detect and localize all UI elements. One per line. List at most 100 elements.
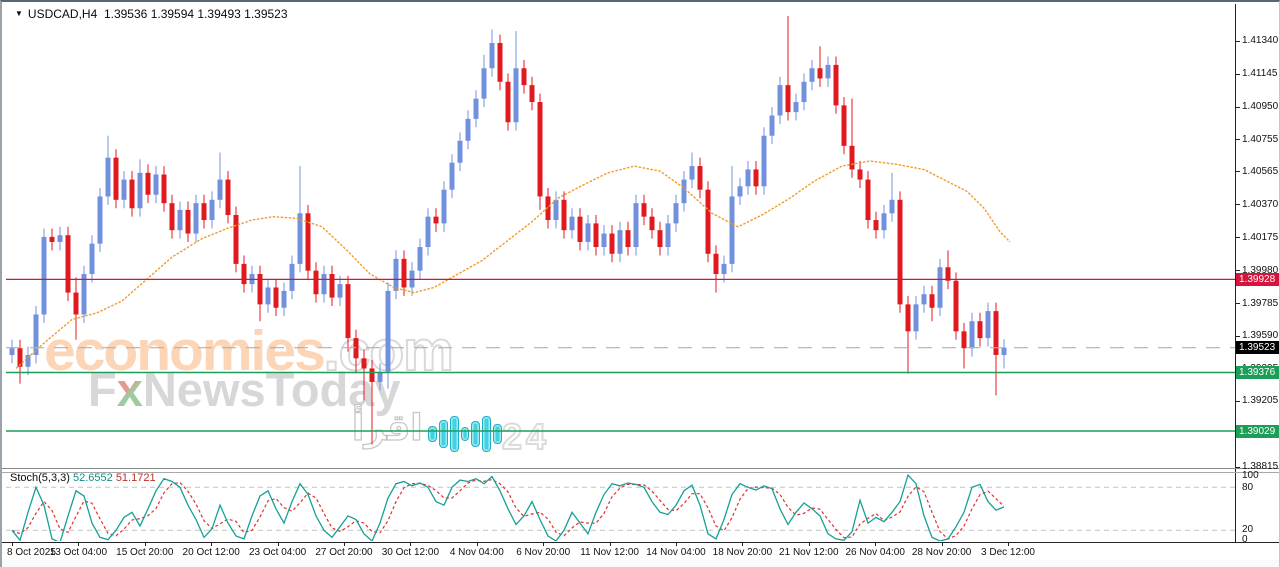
candle-body: [378, 372, 383, 382]
candle-body: [810, 68, 815, 81]
main-pane[interactable]: [6, 16, 1235, 444]
candle-body: [1002, 348, 1007, 355]
candle-body: [146, 173, 151, 195]
candle-body: [970, 321, 975, 348]
price-axis-tick: [1235, 237, 1240, 238]
candle-body: [898, 200, 903, 305]
candle-body: [690, 166, 695, 179]
candle-body: [530, 85, 535, 102]
current-price-price-label: 1.39523: [1236, 341, 1280, 354]
candle-body: [946, 267, 951, 280]
time-axis-label: 20 Oct 12:00: [178, 547, 244, 558]
candle-body: [82, 274, 87, 314]
candle-body: [994, 311, 999, 355]
candle-body: [722, 264, 727, 274]
price-axis-tick: [1235, 107, 1240, 108]
candle-body: [578, 217, 583, 242]
chart-canvas[interactable]: [2, 2, 1280, 567]
candle-body: [730, 196, 735, 263]
time-axis-tick: [145, 542, 146, 546]
candle-body: [266, 287, 271, 304]
candle-body: [770, 115, 775, 135]
candle-body: [434, 217, 439, 224]
symbol-dropdown-icon[interactable]: ▼: [15, 9, 23, 18]
candle-body: [258, 274, 263, 304]
time-axis-label: 3 Dec 12:00: [975, 547, 1041, 558]
candle-body: [586, 223, 591, 242]
candle-body: [346, 284, 351, 338]
time-axis-tick: [543, 542, 544, 546]
time-axis-tick: [610, 542, 611, 546]
time-axis-label: 11 Nov 12:00: [577, 547, 643, 558]
candle-body: [954, 281, 959, 332]
stochastic-info-line: Stoch(5,3,3) 52.6552 51.1721: [10, 472, 156, 484]
time-axis-label: 6 Nov 20:00: [510, 547, 576, 558]
time-axis-label: 18 Nov 20:00: [709, 547, 775, 558]
candle-body: [562, 200, 567, 230]
candle-body: [610, 234, 615, 254]
time-axis-tick: [942, 542, 943, 546]
candle-body: [962, 331, 967, 348]
candle-body: [714, 254, 719, 274]
candle-body: [402, 259, 407, 288]
candle-body: [698, 166, 703, 190]
price-axis-tick: [1235, 336, 1240, 337]
stochastic-k-value: 52.6552: [73, 472, 113, 484]
candle-body: [754, 169, 759, 186]
price-axis-label: 1.41145: [1242, 68, 1277, 79]
time-axis-label: 4 Nov 04:00: [444, 547, 510, 558]
candle-body: [642, 203, 647, 216]
candle-body: [874, 220, 879, 230]
candle-body: [202, 203, 207, 220]
candle-body: [122, 180, 127, 200]
price-axis-tick: [1235, 41, 1240, 42]
price-axis-tick: [1235, 467, 1240, 468]
candle-body: [786, 85, 791, 112]
price-axis-label: 1.39590: [1242, 330, 1278, 341]
time-axis-label: 30 Oct 12:00: [377, 547, 443, 558]
candle-body: [298, 213, 303, 264]
candle-body: [914, 304, 919, 331]
candle-body: [986, 311, 991, 338]
price-axis-tick: [1235, 74, 1240, 75]
price-axis-label: 1.40175: [1242, 232, 1278, 243]
candle-body: [474, 99, 479, 119]
info-low: 1.39493: [197, 7, 240, 21]
candle-body: [42, 237, 47, 315]
candle-body: [858, 169, 863, 179]
candle-body: [866, 180, 871, 220]
candle-body: [834, 65, 839, 105]
candle-body: [506, 82, 511, 122]
candle-body: [98, 196, 103, 243]
time-axis-tick: [278, 542, 279, 546]
time-axis-tick: [78, 542, 79, 546]
candle-body: [58, 235, 63, 242]
time-axis-tick: [12, 542, 13, 546]
candle-body: [130, 180, 135, 209]
support-price-label: 1.39376: [1236, 366, 1280, 379]
price-axis-tick: [1235, 171, 1240, 172]
stochastic-scale-label: 80: [1242, 482, 1253, 493]
candle-body: [186, 210, 191, 234]
candle-body: [178, 210, 183, 230]
candle-body: [778, 85, 783, 115]
time-axis-label: 28 Nov 20:00: [909, 547, 975, 558]
candle-body: [466, 119, 471, 141]
price-axis-tick: [1235, 401, 1240, 402]
candle-body: [314, 271, 319, 295]
time-axis-label: 15 Oct 20:00: [112, 547, 178, 558]
candle-body: [226, 180, 231, 215]
time-axis-label: 23 Oct 04:00: [245, 547, 311, 558]
candle-body: [842, 105, 847, 145]
price-axis-tick: [1235, 303, 1240, 304]
candle-body: [322, 274, 327, 294]
time-axis-label: 26 Nov 04:00: [842, 547, 908, 558]
symbol-timeframe: USDCAD,H4: [28, 7, 97, 21]
candle-body: [154, 175, 159, 195]
stochastic-pane[interactable]: [6, 475, 1235, 542]
time-axis-tick: [211, 542, 212, 546]
chart-window: economies.com FxNewsToday اقرأ 24 ▼USDCA…: [0, 0, 1280, 567]
candle-body: [930, 294, 935, 307]
candle-body: [210, 200, 215, 220]
candle-body: [74, 293, 79, 315]
